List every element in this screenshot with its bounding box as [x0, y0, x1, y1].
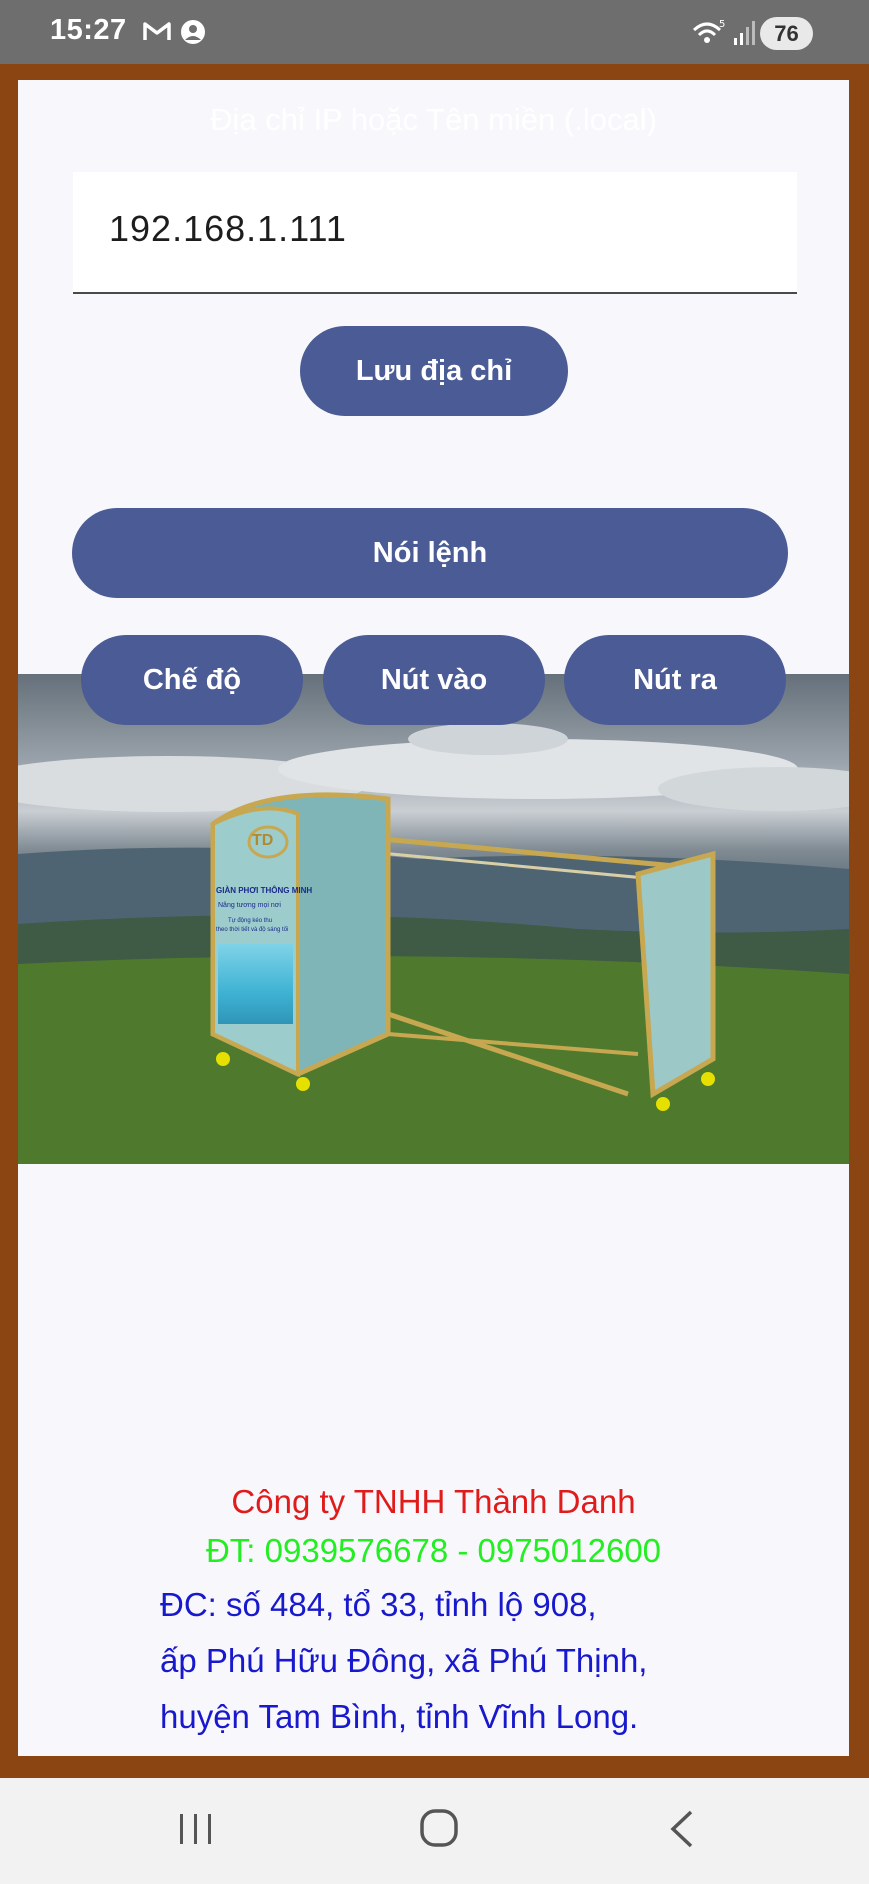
address-line-1: ĐC: số 484, tổ 33, tỉnh lộ 908,	[160, 1586, 597, 1623]
panel-title: GIÀN PHƠI THÔNG MINH	[216, 886, 313, 895]
ip-address-value: 192.168.1.111	[109, 208, 347, 249]
panel-line-3: theo thời tiết và độ sáng tối	[216, 927, 289, 933]
product-image: TD GIÀN PHƠI THÔNG MINH Nâng tương mọi n…	[18, 674, 849, 1164]
gmail-icon	[143, 22, 171, 40]
ip-field-label: Địa chỉ IP hoặc Tên miền (.local)	[210, 102, 657, 137]
brand-logo-text: TD	[252, 832, 274, 849]
ip-address-input[interactable]: 192.168.1.111	[73, 172, 797, 294]
status-bar: 15:27 5 76	[0, 0, 869, 64]
status-time: 15:27	[50, 14, 127, 46]
signal-icon	[734, 21, 755, 45]
battery-icon: 76	[760, 17, 813, 50]
app-content: Địa chỉ IP hoặc Tên miền (.local) 192.16…	[18, 80, 849, 1756]
panel-line-1: Nâng tương mọi nơi	[218, 902, 281, 909]
address-line-2: ấp Phú Hữu Đông, xã Phú Thịnh,	[160, 1642, 648, 1679]
company-phone: ĐT: 0939576678 - 0975012600	[205, 1532, 662, 1569]
svg-text:5: 5	[719, 19, 725, 30]
drying-rack-illustration	[18, 723, 849, 1164]
save-address-button[interactable]: Lưu địa chỉ	[300, 326, 568, 416]
battery-level: 76	[774, 20, 799, 46]
in-button[interactable]: Nút vào	[323, 635, 545, 725]
address-line-3: huyện Tam Bình, tỉnh Vĩnh Long.	[160, 1698, 639, 1735]
out-button[interactable]: Nút ra	[564, 635, 786, 725]
company-name: Công ty TNHH Thành Danh	[231, 1483, 636, 1520]
home-icon[interactable]	[419, 1808, 459, 1848]
speak-command-button[interactable]: Nói lệnh	[72, 508, 788, 598]
mode-button[interactable]: Chế độ	[81, 635, 303, 725]
recent-apps-icon[interactable]	[176, 1810, 216, 1848]
panel-line-2: Tự động kéo thu	[228, 918, 273, 924]
back-icon[interactable]	[667, 1808, 697, 1850]
navigation-bar	[0, 1778, 869, 1884]
wifi-icon: 5	[692, 19, 725, 43]
panel-beach-photo	[218, 944, 293, 1024]
notification-icon	[181, 20, 205, 44]
